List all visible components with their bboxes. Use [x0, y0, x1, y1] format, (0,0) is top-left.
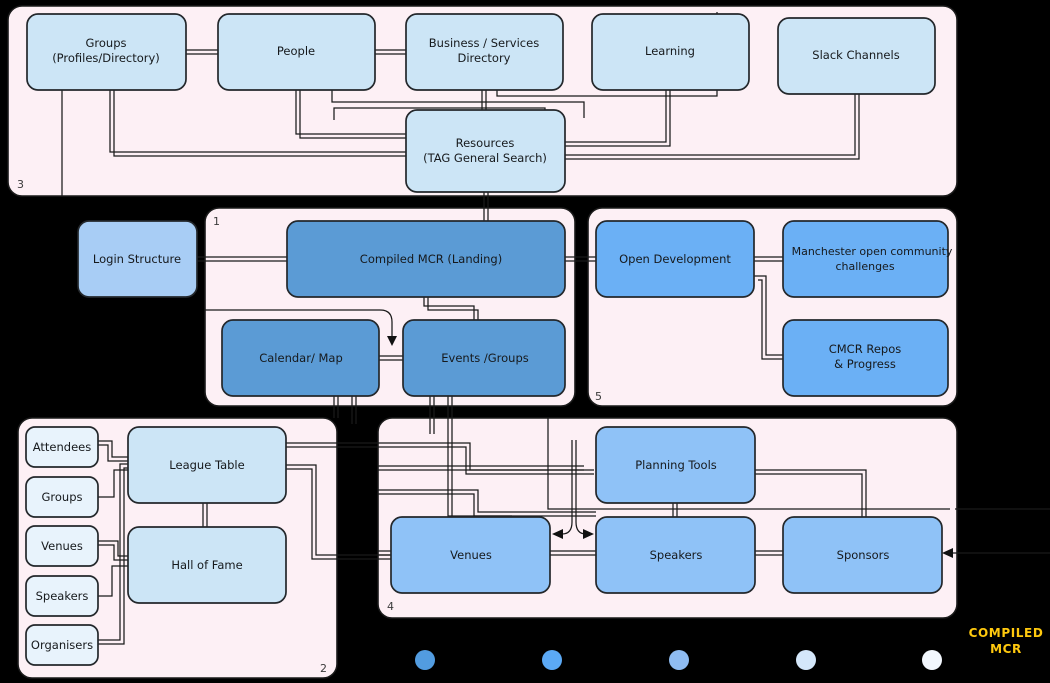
node-league-table-label: League Table: [169, 458, 244, 472]
architecture-diagram: 3 1 5 2 4 Groups (Profiles/Directory) Pe…: [7, 5, 1050, 679]
group-number-3: 3: [17, 178, 24, 191]
node-groups-directory-label-1: Groups: [85, 36, 126, 50]
node-cmcr-repos-label-2: & Progress: [834, 357, 896, 371]
group-number-1: 1: [213, 215, 220, 228]
node-manchester-challenges-label-2: challenges: [835, 260, 894, 273]
legend-dot-4[interactable]: [796, 650, 816, 670]
node-attendees[interactable]: Attendees: [25, 426, 99, 468]
node-league-table[interactable]: League Table: [127, 426, 287, 504]
node-events-groups[interactable]: Events /Groups: [402, 319, 566, 397]
group-number-4: 4: [387, 600, 394, 613]
node-compiled-mcr-landing[interactable]: Compiled MCR (Landing): [286, 220, 566, 298]
node-attendees-label: Attendees: [33, 440, 92, 454]
node-groups-small-label: Groups: [41, 490, 82, 504]
node-venues-big-label: Venues: [450, 548, 492, 562]
node-speakers-big[interactable]: Speakers: [595, 516, 756, 594]
node-slack-channels[interactable]: Slack Channels: [777, 17, 936, 95]
legend-dot-1[interactable]: [415, 650, 435, 670]
node-manchester-open-community-challenges[interactable]: Manchester open community challenges: [782, 220, 953, 298]
node-venues-big[interactable]: Venues: [390, 516, 551, 594]
legend-dot-5[interactable]: [922, 650, 942, 670]
node-calendar-map-label: Calendar/ Map: [259, 351, 343, 365]
node-groups-directory[interactable]: Groups (Profiles/Directory): [26, 13, 187, 91]
node-learning[interactable]: Learning: [591, 13, 750, 91]
node-speakers-small[interactable]: Speakers: [25, 575, 99, 617]
node-learning-label: Learning: [645, 44, 695, 58]
node-planning-tools-label: Planning Tools: [635, 458, 717, 472]
node-events-groups-label: Events /Groups: [441, 351, 528, 365]
node-groups-small[interactable]: Groups: [25, 476, 99, 518]
node-business-label-2: Directory: [457, 51, 510, 65]
logo-line-1: COMPILED: [969, 626, 1044, 640]
legend-dots: [415, 650, 942, 670]
logo-line-2: MCR: [990, 642, 1022, 656]
node-organisers-small[interactable]: Organisers: [25, 624, 99, 666]
node-login-structure-label: Login Structure: [93, 252, 181, 266]
node-open-development[interactable]: Open Development: [595, 220, 755, 298]
legend-dot-3[interactable]: [669, 650, 689, 670]
node-open-development-label: Open Development: [619, 252, 731, 266]
node-people[interactable]: People: [217, 13, 376, 91]
node-business-services-directory[interactable]: Business / Services Directory: [405, 13, 564, 91]
node-resources-label-2: (TAG General Search): [423, 151, 547, 165]
node-venues-small-label: Venues: [41, 539, 83, 553]
node-sponsors-big[interactable]: Sponsors: [782, 516, 943, 594]
connector-bridge-top: [337, 442, 378, 448]
node-speakers-big-label: Speakers: [650, 548, 703, 562]
legend-dot-2[interactable]: [542, 650, 562, 670]
node-business-label-1: Business / Services: [429, 36, 539, 50]
node-calendar-map[interactable]: Calendar/ Map: [221, 319, 380, 397]
node-organisers-small-label: Organisers: [31, 638, 93, 652]
node-sponsors-big-label: Sponsors: [837, 548, 890, 562]
node-groups-directory-label-2: (Profiles/Directory): [52, 51, 160, 65]
node-venues-small[interactable]: Venues: [25, 525, 99, 567]
node-hall-of-fame[interactable]: Hall of Fame: [127, 526, 287, 604]
node-cmcr-repos-label-1: CMCR Repos: [829, 342, 902, 356]
node-speakers-small-label: Speakers: [36, 589, 89, 603]
node-compiled-mcr-landing-label: Compiled MCR (Landing): [360, 252, 502, 266]
node-people-label: People: [277, 44, 315, 58]
node-slack-channels-label: Slack Channels: [812, 48, 899, 62]
node-login-structure[interactable]: Login Structure: [77, 220, 198, 298]
compiled-mcr-logo: COMPILED MCR: [969, 626, 1044, 656]
node-manchester-challenges-label-1: Manchester open community: [792, 245, 953, 258]
group-number-5: 5: [595, 390, 602, 403]
node-planning-tools[interactable]: Planning Tools: [595, 426, 756, 504]
node-cmcr-repos-progress[interactable]: CMCR Repos & Progress: [782, 319, 949, 397]
node-hall-of-fame-label: Hall of Fame: [171, 558, 242, 572]
node-manchester-challenges-rect[interactable]: [782, 220, 949, 298]
group-number-2: 2: [320, 662, 327, 675]
diagram-canvas: 3 1 5 2 4 Groups (Profiles/Directory) Pe…: [0, 0, 1050, 683]
node-resources[interactable]: Resources (TAG General Search): [405, 109, 566, 193]
node-resources-label-1: Resources: [456, 136, 515, 150]
